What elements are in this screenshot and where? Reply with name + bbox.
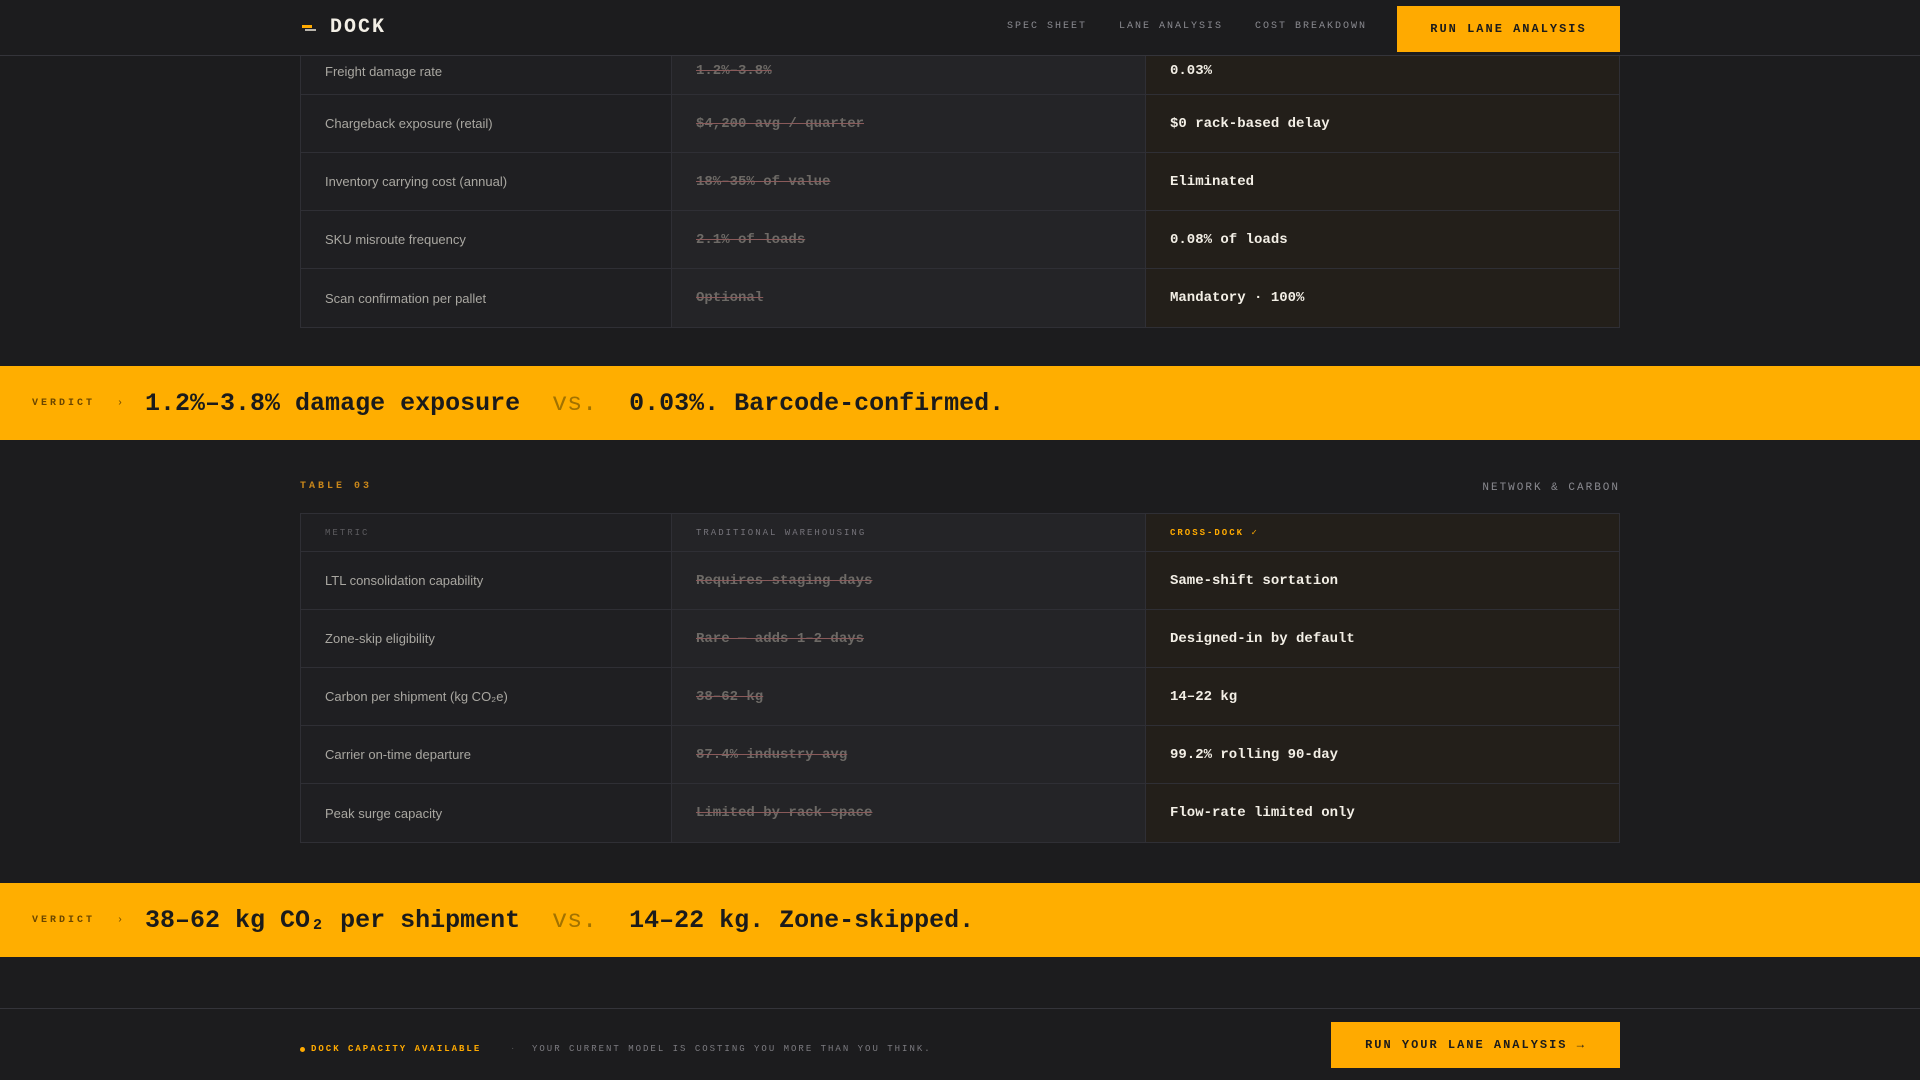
column-header-traditional: TRADITIONAL WAREHOUSING: [671, 514, 1145, 551]
traditional-cell: $4,200 avg / quarter: [671, 95, 1145, 152]
table-row: Inventory carrying cost (annual) 18%–35%…: [301, 153, 1619, 211]
run-your-lane-analysis-button[interactable]: RUN YOUR LANE ANALYSIS →: [1331, 1022, 1620, 1068]
traditional-cell: 38–62 kg: [671, 668, 1145, 725]
verdict-crossdock: 0.03%. Barcode-confirmed.: [629, 388, 1005, 418]
table-row: Carbon per shipment (kg CO₂e) 38–62 kg 1…: [301, 668, 1619, 726]
separator: ·: [511, 1043, 515, 1054]
crossdock-cell: Designed-in by default: [1145, 610, 1619, 667]
table-row: Peak surge capacity Limited by rack spac…: [301, 784, 1619, 842]
metric-cell: Peak surge capacity: [301, 784, 671, 842]
metric-cell: Zone-skip eligibility: [301, 610, 671, 667]
metric-cell: SKU misroute frequency: [301, 211, 671, 268]
site-header: DOCK SPEC SHEET LANE ANALYSIS COST BREAK…: [0, 0, 1920, 56]
column-header-crossdock: CROSS-DOCK ✓: [1145, 514, 1619, 551]
verdict-label: VERDICT: [32, 914, 96, 926]
crossdock-cell: Mandatory · 100%: [1145, 269, 1619, 327]
verdict-banner: VERDICT › 1.2%–3.8% damage exposure vs. …: [0, 366, 1920, 440]
metric-cell: LTL consolidation capability: [301, 552, 671, 609]
crossdock-cell: 14–22 kg: [1145, 668, 1619, 725]
verdict-vs: vs.: [552, 388, 598, 418]
table-row: Carrier on-time departure 87.4% industry…: [301, 726, 1619, 784]
footer-message: YOUR CURRENT MODEL IS COSTING YOU MORE T…: [532, 1044, 932, 1054]
status-text: DOCK CAPACITY AVAILABLE: [311, 1044, 482, 1054]
table-row: Zone-skip eligibility Rare — adds 1–2 da…: [301, 610, 1619, 668]
metric-cell: Scan confirmation per pallet: [301, 269, 671, 327]
metric-cell: Carrier on-time departure: [301, 726, 671, 783]
verdict-traditional: 1.2%–3.8% damage exposure: [145, 388, 521, 418]
chevron-right-icon: ›: [117, 914, 124, 926]
verdict-traditional: 38–62 kg CO₂ per shipment: [145, 905, 521, 935]
crossdock-cell: 99.2% rolling 90-day: [1145, 726, 1619, 783]
crossdock-cell: 0.08% of loads: [1145, 211, 1619, 268]
verdict-banner: VERDICT › 38–62 kg CO₂ per shipment vs. …: [0, 883, 1920, 957]
table-row: Scan confirmation per pallet Optional Ma…: [301, 269, 1619, 327]
traditional-cell: 2.1% of loads: [671, 211, 1145, 268]
nav-cost-breakdown[interactable]: COST BREAKDOWN: [1255, 21, 1367, 32]
crossdock-cell: Eliminated: [1145, 153, 1619, 210]
dock-logo-icon: [300, 19, 318, 37]
traditional-cell: 87.4% industry avg: [671, 726, 1145, 783]
table-tag: TABLE 03: [300, 481, 373, 492]
table-subtitle: NETWORK & CARBON: [1482, 482, 1620, 494]
metric-cell: Chargeback exposure (retail): [301, 95, 671, 152]
traditional-cell: Requires staging days: [671, 552, 1145, 609]
logo-text: DOCK: [330, 16, 387, 39]
traditional-cell: Limited by rack space: [671, 784, 1145, 842]
crossdock-cell: Flow-rate limited only: [1145, 784, 1619, 842]
verdict-label: VERDICT: [32, 397, 96, 409]
chevron-right-icon: ›: [117, 397, 124, 409]
sticky-footer: DOCK CAPACITY AVAILABLE · YOUR CURRENT M…: [0, 1008, 1920, 1080]
table-header-row: METRIC TRADITIONAL WAREHOUSING CROSS-DOC…: [301, 514, 1619, 552]
logo[interactable]: DOCK: [300, 16, 386, 39]
nav-spec-sheet[interactable]: SPEC SHEET: [1007, 21, 1087, 32]
run-lane-analysis-button[interactable]: RUN LANE ANALYSIS: [1397, 6, 1620, 52]
crossdock-cell: $0 rack-based delay: [1145, 95, 1619, 152]
traditional-cell: Rare — adds 1–2 days: [671, 610, 1145, 667]
metric-cell: Carbon per shipment (kg CO₂e): [301, 668, 671, 725]
table-row: LTL consolidation capability Requires st…: [301, 552, 1619, 610]
column-header-metric: METRIC: [301, 514, 671, 551]
metric-cell: Inventory carrying cost (annual): [301, 153, 671, 210]
verdict-vs: vs.: [552, 905, 598, 935]
table-row: Chargeback exposure (retail) $4,200 avg …: [301, 95, 1619, 153]
capacity-status: DOCK CAPACITY AVAILABLE: [300, 1044, 481, 1054]
table-row: SKU misroute frequency 2.1% of loads 0.0…: [301, 211, 1619, 269]
verdict-crossdock: 14–22 kg. Zone-skipped.: [629, 905, 975, 935]
crossdock-cell: Same-shift sortation: [1145, 552, 1619, 609]
network-carbon-table: METRIC TRADITIONAL WAREHOUSING CROSS-DOC…: [300, 513, 1620, 843]
nav-lane-analysis[interactable]: LANE ANALYSIS: [1119, 21, 1223, 32]
traditional-cell: Optional: [671, 269, 1145, 327]
status-dot-icon: [300, 1046, 305, 1052]
traditional-cell: 18%–35% of value: [671, 153, 1145, 210]
damage-comparison-table: Freight damage rate 1.2%–3.8% 0.03% Char…: [300, 34, 1620, 328]
main-nav: SPEC SHEET LANE ANALYSIS COST BREAKDOWN: [1007, 21, 1367, 32]
